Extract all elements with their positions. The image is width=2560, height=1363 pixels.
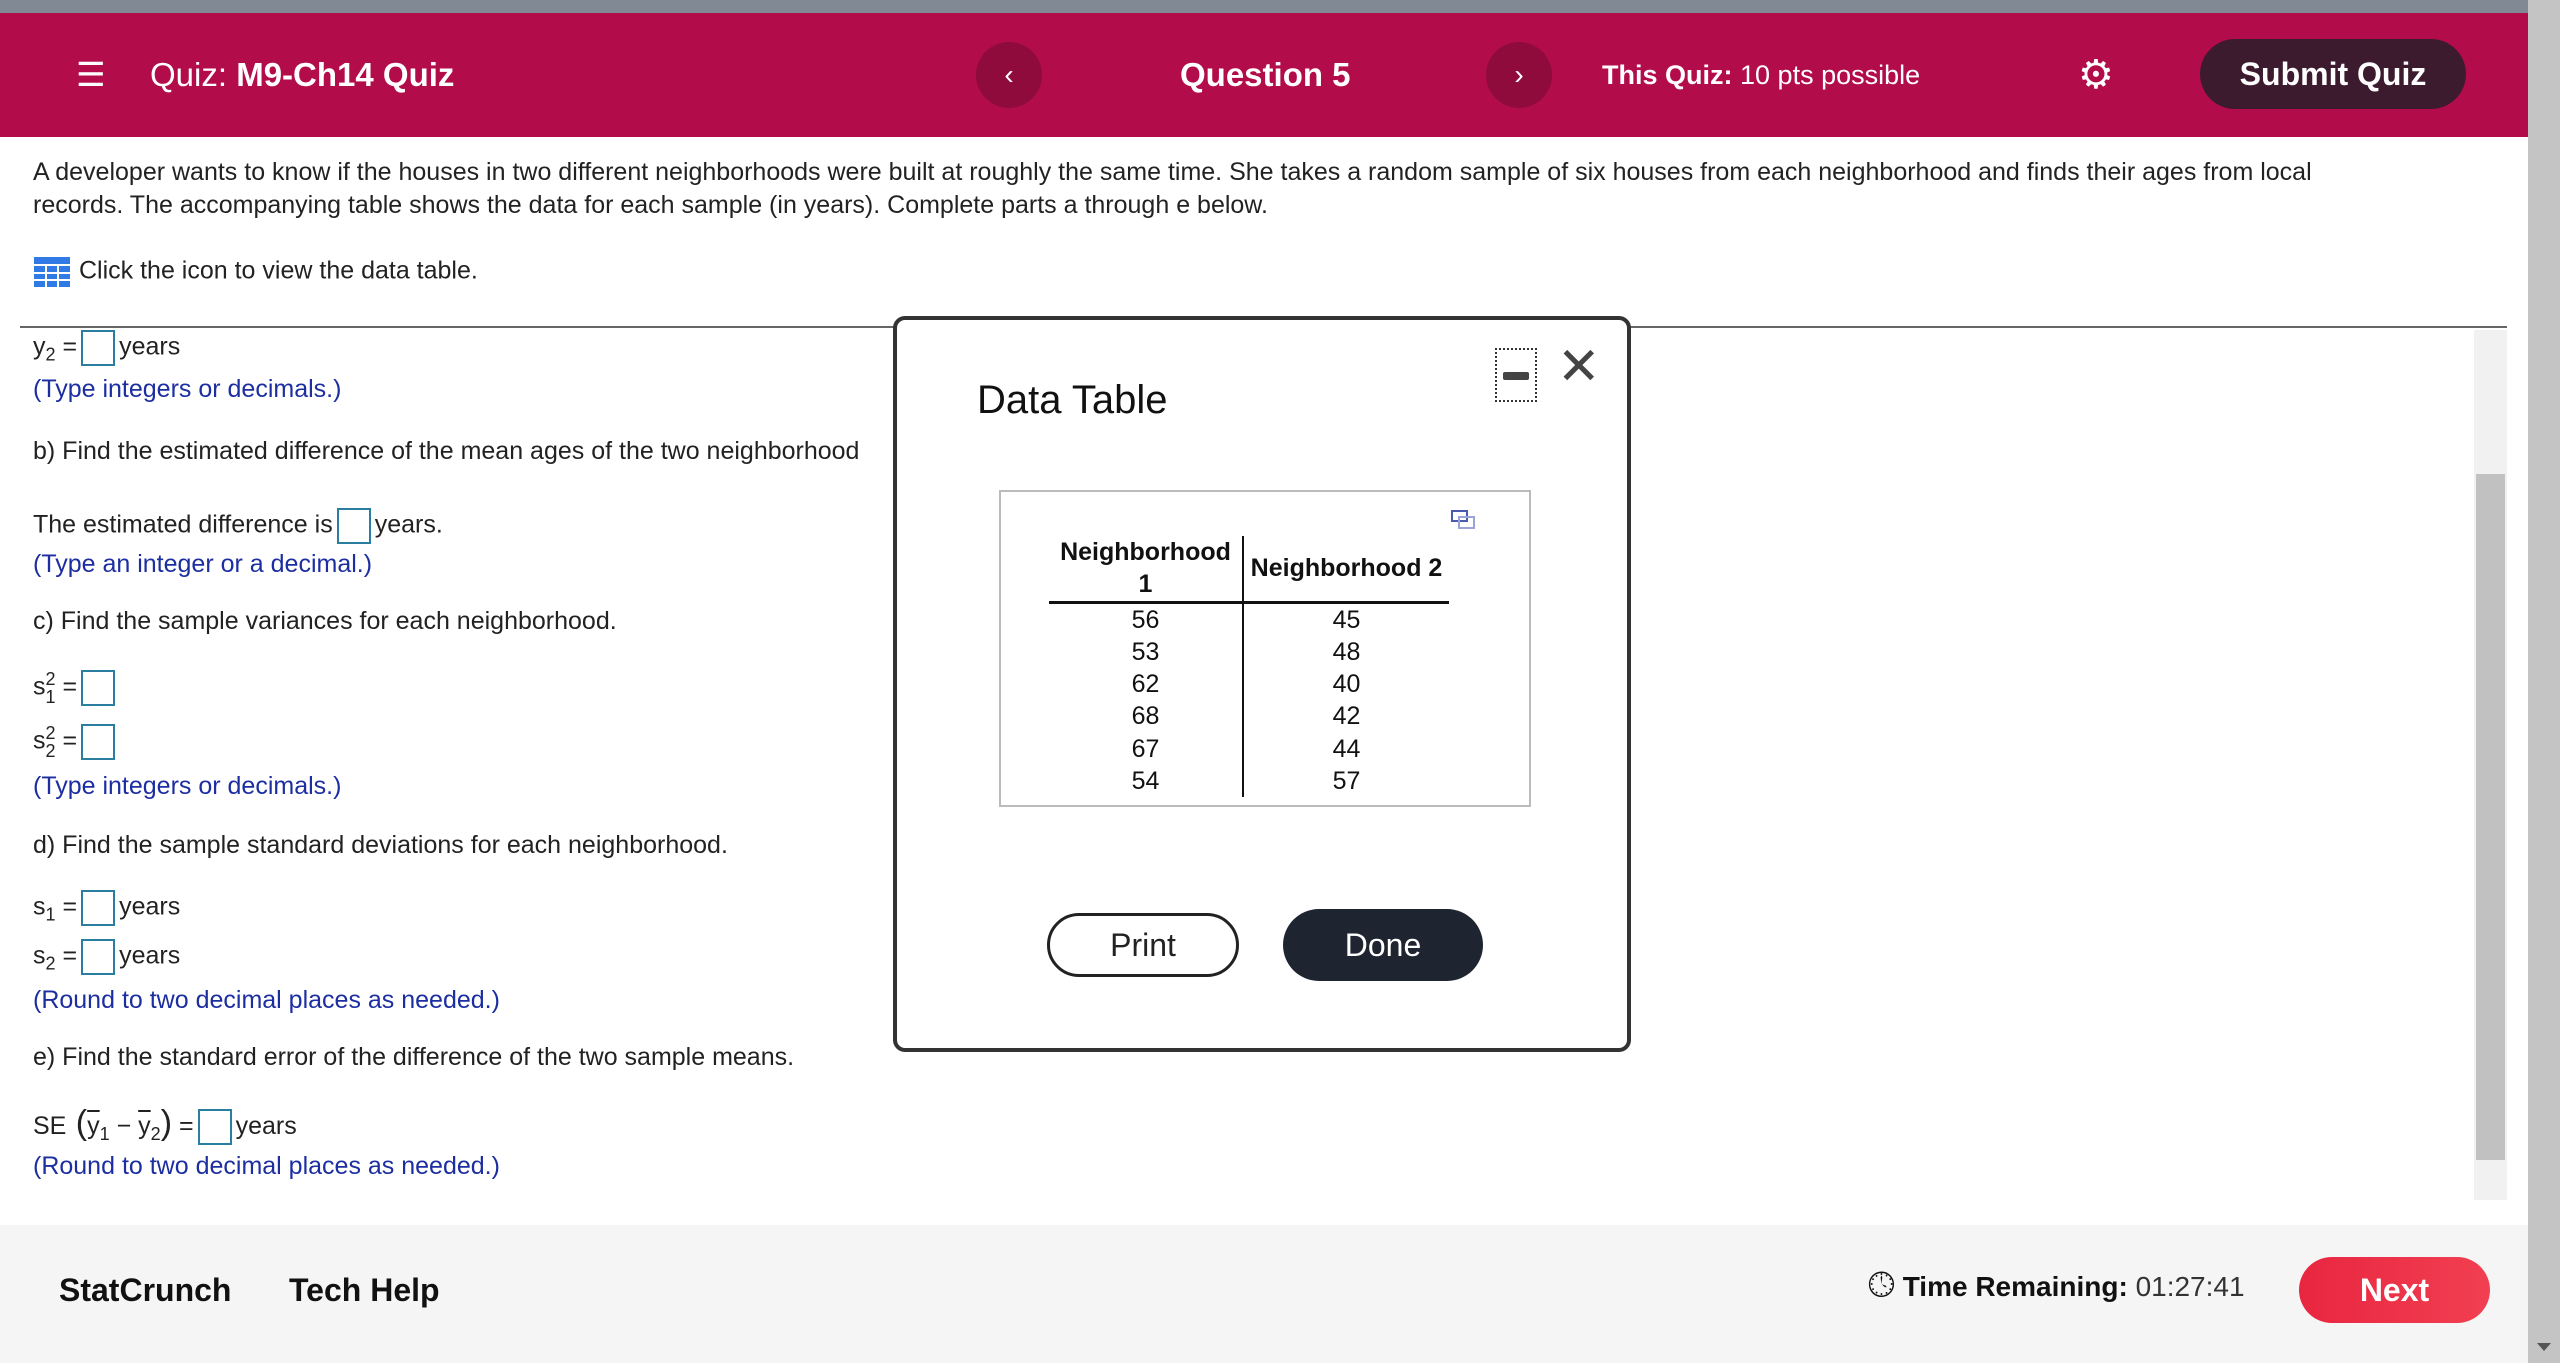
s2-row: s2 = years (33, 939, 180, 975)
table-cell: 62 (1049, 667, 1244, 701)
expand-icon[interactable] (1451, 510, 1475, 530)
minimize-button[interactable] (1495, 348, 1537, 402)
content-scrollbar-thumb[interactable] (2476, 474, 2505, 1160)
next-button[interactable]: Next (2299, 1257, 2490, 1323)
s1-squared-row: s21 = (33, 670, 119, 706)
table-cell: 67 (1049, 732, 1244, 766)
table-cell: 57 (1332, 767, 1361, 796)
chevron-left-icon: ‹ (1004, 59, 1014, 90)
table-row: 67 44 (1049, 732, 1449, 766)
previous-question-button[interactable]: ‹ (976, 42, 1042, 108)
table-cell: 40 (1332, 670, 1361, 699)
next-question-button[interactable]: › (1486, 42, 1552, 108)
sd-2-input[interactable] (81, 939, 116, 975)
page-scrollbar[interactable] (2528, 0, 2560, 1363)
table-cell: 56 (1049, 602, 1244, 636)
y2-row: y2 = years (33, 330, 180, 366)
table-row: 54 57 (1049, 765, 1449, 798)
done-button[interactable]: Done (1283, 909, 1483, 981)
data-table: Neighborhood 1 Neighborhood 2 56 45 53 48 62 4… (1049, 536, 1449, 798)
data-table-box: Neighborhood 1 Neighborhood 2 56 45 53 48 62 4… (999, 490, 1531, 807)
column-header: Neighborhood 1 (1049, 536, 1244, 604)
y2-input[interactable] (81, 330, 116, 366)
question-intro: A developer wants to know if the houses … (33, 158, 2312, 186)
s2-squared-row: s22 = (33, 724, 119, 760)
top-stripe (0, 0, 2528, 13)
part-b-prompt: b) Find the estimated difference of the … (33, 437, 860, 465)
hint: (Type integers or decimals.) (33, 375, 342, 403)
data-table-link[interactable]: Click the icon to view the data table. (33, 256, 478, 288)
variance-2-input[interactable] (81, 724, 116, 760)
table-row: 56 45 (1049, 602, 1449, 636)
table-cell: 42 (1332, 702, 1361, 731)
menu-icon[interactable]: ☰ (76, 13, 106, 137)
se-input[interactable] (197, 1109, 232, 1146)
s1-row: s1 = years (33, 890, 180, 926)
submit-quiz-button[interactable]: Submit Quiz (2200, 39, 2466, 109)
minimize-icon (1503, 372, 1529, 380)
close-icon[interactable]: ✕ (1557, 332, 1601, 402)
part-b-answer: The estimated difference is years. (33, 508, 443, 544)
hint: (Type integers or decimals.) (33, 772, 342, 800)
part-c-prompt: c) Find the sample variances for each ne… (33, 607, 617, 635)
column-header: Neighborhood 2 (1243, 536, 1449, 604)
se-row: SE (y1 − y2) = years (33, 1104, 297, 1146)
question-intro-2: records. The accompanying table shows th… (33, 191, 1268, 219)
table-row: 62 40 (1049, 667, 1449, 701)
question-number: Question 5 (1180, 56, 1351, 93)
statcrunch-link[interactable]: StatCrunch (59, 1225, 231, 1355)
quiz-header: ☰ Quiz: M9-Ch14 Quiz ‹ Question 5 › This… (0, 13, 2528, 137)
hint: (Round to two decimal places as needed.) (33, 986, 500, 1014)
table-cell: 53 (1049, 635, 1244, 668)
table-cell: 48 (1332, 637, 1361, 666)
sd-1-input[interactable] (81, 890, 116, 926)
variance-1-input[interactable] (81, 670, 116, 706)
quiz-points: This Quiz: 10 pts possible (1602, 60, 1921, 90)
table-cell: 44 (1332, 734, 1361, 763)
table-cell: 54 (1049, 765, 1244, 798)
part-e-prompt: e) Find the standard error of the differ… (33, 1043, 795, 1071)
table-row: 68 42 (1049, 700, 1449, 733)
table-cell: 45 (1332, 605, 1361, 634)
dialog-title: Data Table (977, 378, 1168, 422)
footer: StatCrunch Tech Help 🕓︎ Time Remaining: … (0, 1225, 2528, 1363)
table-cell: 68 (1049, 700, 1244, 733)
clock-icon: 🕓︎ (1868, 1266, 1895, 1304)
print-button[interactable]: Print (1047, 913, 1239, 977)
hint: (Round to two decimal places as needed.) (33, 1152, 500, 1180)
difference-input[interactable] (336, 508, 371, 544)
chevron-right-icon: › (1514, 59, 1524, 90)
time-remaining: 🕓︎ Time Remaining: 01:27:41 (1868, 1266, 2245, 1304)
hint: (Type an integer or a decimal.) (33, 550, 373, 578)
table-icon[interactable] (33, 256, 71, 288)
part-d-prompt: d) Find the sample standard deviations f… (33, 831, 728, 859)
quiz-title: Quiz: M9-Ch14 Quiz (150, 56, 455, 93)
gear-icon[interactable]: ⚙ (2078, 13, 2114, 137)
table-row: 53 48 (1049, 635, 1449, 668)
data-table-dialog: Data Table ✕ Neighborhood 1 Neighborhood … (893, 316, 1631, 1052)
tech-help-link[interactable]: Tech Help (289, 1225, 440, 1355)
